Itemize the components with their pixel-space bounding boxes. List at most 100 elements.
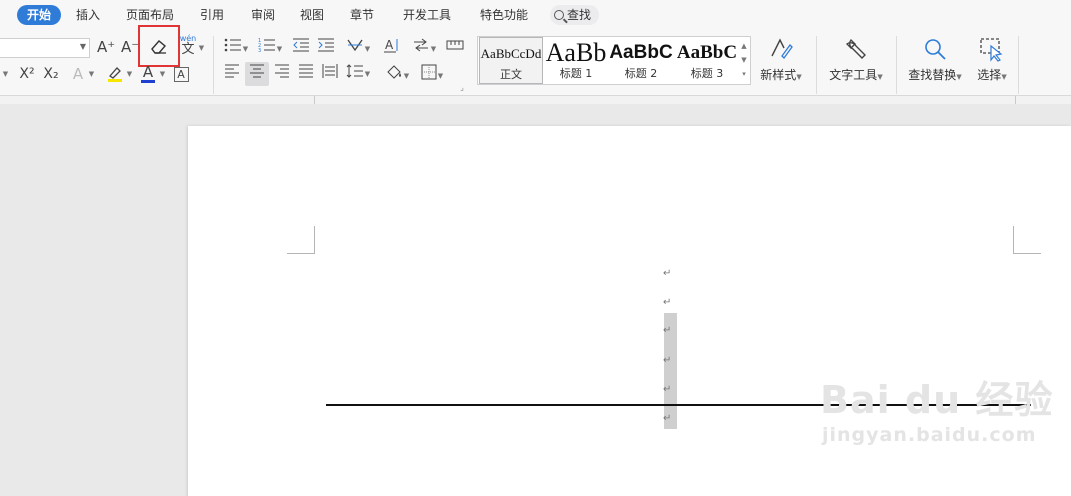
- text-effect-dropdown[interactable]: ▼: [86, 64, 96, 86]
- style-heading-3[interactable]: AaBbC 标题 3: [674, 37, 740, 84]
- style-sample: AaBbC: [609, 42, 673, 63]
- phonetic-dropdown[interactable]: ▼: [197, 38, 205, 60]
- expand-icon: ▾: [742, 70, 746, 78]
- justify-button[interactable]: [296, 64, 316, 86]
- paragraph-mark: ↵: [663, 297, 672, 308]
- tab-special-features[interactable]: 特色功能: [474, 5, 534, 25]
- chinese-layout-icon: [347, 39, 363, 52]
- svg-text:A: A: [385, 38, 394, 52]
- svg-text:3: 3: [258, 48, 261, 53]
- chevron-down-icon: ▼: [276, 45, 283, 53]
- align-center-icon: [250, 64, 264, 78]
- style-label: 标题 1: [559, 67, 593, 80]
- highlighter-button[interactable]: [104, 63, 126, 85]
- text-direction-button[interactable]: A: [382, 37, 402, 59]
- character-border-button[interactable]: A: [172, 64, 190, 86]
- ruler-margin-marker[interactable]: [1015, 96, 1016, 104]
- horizontal-ruler: [0, 96, 1071, 104]
- tab-insert[interactable]: 插入: [70, 5, 106, 25]
- bullet-list-button[interactable]: ▼: [222, 37, 250, 59]
- tab-home[interactable]: 开始: [17, 5, 62, 25]
- styles-scroll[interactable]: ▲ ▼ ▾: [740, 39, 748, 81]
- paragraph-settings-launcher[interactable]: ⌟: [458, 84, 466, 92]
- style-label: 正文: [500, 68, 522, 81]
- tab-chapter[interactable]: 章节: [344, 5, 380, 25]
- search-icon: [554, 10, 564, 20]
- tab-review[interactable]: 审阅: [245, 5, 281, 25]
- font-color-button[interactable]: A: [140, 62, 156, 84]
- line-break-button[interactable]: ▼: [410, 37, 438, 59]
- chinese-layout-button[interactable]: ▼: [344, 37, 372, 59]
- chevron-down-icon: ▼: [88, 70, 95, 78]
- align-center-button[interactable]: [245, 62, 269, 86]
- baidu-watermark: Bai du 经验 jingyan.baidu.com: [820, 380, 1053, 450]
- style-label: 标题 2: [624, 67, 658, 80]
- align-left-icon: [225, 64, 239, 78]
- ruler-margin-marker[interactable]: [314, 96, 315, 104]
- font-size-select[interactable]: ▼: [0, 38, 90, 58]
- search-tab[interactable]: 查找: [550, 5, 600, 25]
- select-cursor-icon: [980, 38, 1003, 62]
- text-tools-button[interactable]: 文字工具▼: [826, 36, 886, 83]
- chevron-down-icon: ▼: [364, 45, 371, 53]
- tab-references[interactable]: 引用: [194, 5, 230, 25]
- chevron-up-icon: ▲: [741, 42, 747, 50]
- borders-icon: [421, 64, 437, 80]
- numbered-list-button[interactable]: 1 2 3 ▼: [256, 37, 284, 59]
- chevron-down-icon: ▼: [79, 42, 86, 51]
- decrease-indent-button[interactable]: [291, 37, 311, 59]
- line-spacing-button[interactable]: ▼: [344, 64, 372, 86]
- align-right-icon: [275, 64, 289, 78]
- numbered-list-icon: 123: [258, 38, 275, 54]
- tab-view[interactable]: 视图: [294, 5, 330, 25]
- text-tools-label: 文字工具▼: [829, 68, 883, 82]
- borders-button[interactable]: ▼: [418, 64, 446, 86]
- paragraph-mark: ↵: [663, 355, 672, 366]
- shading-button[interactable]: ▼: [383, 64, 411, 86]
- tab-developer[interactable]: 开发工具: [397, 5, 457, 25]
- highlighter-dropdown[interactable]: ▼: [124, 64, 134, 86]
- tab-page-layout[interactable]: 页面布局: [120, 5, 180, 25]
- text-effect-button[interactable]: A: [70, 64, 86, 86]
- increase-indent-button[interactable]: [316, 37, 336, 59]
- paragraph-mark: ↵: [663, 413, 672, 424]
- line-spacing-icon: [346, 64, 363, 78]
- superscript-button[interactable]: X²: [16, 64, 38, 86]
- text-direction-icon: A: [384, 38, 398, 53]
- margin-corner-top-left: [287, 226, 315, 254]
- subscript-button[interactable]: X₂: [40, 64, 62, 86]
- align-left-button[interactable]: [222, 64, 242, 86]
- character-border-icon: A: [173, 67, 189, 82]
- decrease-indent-icon: [293, 38, 309, 52]
- style-heading-1[interactable]: AaBb 标题 1: [544, 37, 608, 84]
- find-replace-button[interactable]: 查找替换▼: [904, 36, 966, 83]
- margin-corner-top-right: [1013, 226, 1041, 254]
- new-style-button[interactable]: 新样式▼: [756, 36, 806, 83]
- style-sample: AaBb: [545, 38, 607, 67]
- style-heading-2[interactable]: AaBbC 标题 2: [609, 37, 673, 84]
- search-label: 查找: [567, 8, 592, 22]
- chevron-down-icon: ▼: [796, 73, 802, 81]
- chevron-down-icon: ▼: [242, 45, 249, 53]
- divider: [1018, 36, 1019, 94]
- font-size-dropdown[interactable]: ▼: [0, 64, 10, 86]
- grow-font-button[interactable]: A⁺: [97, 37, 115, 59]
- style-normal[interactable]: AaBbCcDd 正文: [479, 37, 543, 84]
- shrink-font-button[interactable]: A⁻: [121, 37, 139, 59]
- ribbon: 开始 插入 页面布局 引用 审阅 视图 章节 开发工具 特色功能 查找 ▼ A⁺…: [0, 0, 1071, 96]
- chevron-down-icon: ▼: [430, 45, 437, 53]
- distributed-align-button[interactable]: [320, 64, 340, 86]
- find-replace-label: 查找替换▼: [908, 68, 962, 82]
- chevron-down-icon: ▼: [956, 73, 962, 81]
- chevron-down-icon: ▼: [437, 72, 444, 80]
- font-color-dropdown[interactable]: ▼: [157, 64, 167, 86]
- select-label: 选择▼: [977, 68, 1007, 82]
- style-sample: AaBbC: [676, 42, 738, 63]
- ruler-icon: [446, 40, 464, 50]
- select-button[interactable]: 选择▼: [972, 36, 1012, 83]
- ruler-button[interactable]: [444, 37, 466, 59]
- magnifier-icon: [925, 39, 946, 60]
- phonetic-guide-button[interactable]: 文: [179, 40, 197, 62]
- align-right-button[interactable]: [272, 64, 292, 86]
- new-style-icon: [771, 38, 793, 59]
